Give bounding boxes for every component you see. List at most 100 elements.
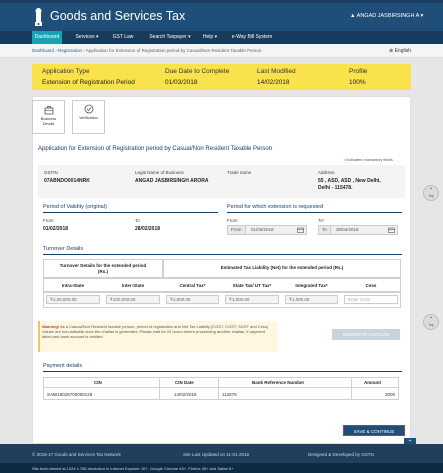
application-status-strip: Application Type Extension of Registrati… [32, 64, 411, 90]
column-header: CIN [94, 380, 102, 385]
nav-help[interactable]: Help ▾ [199, 31, 221, 44]
address-label: Address [318, 170, 335, 175]
briefcase-icon [44, 106, 54, 115]
language-selector[interactable]: ⊕ English [389, 48, 411, 54]
section-divider [43, 212, 218, 213]
nav-services[interactable]: Services ▾ [70, 31, 104, 44]
validity-to-value: 28/02/2018 [135, 226, 161, 232]
generate-challan-button[interactable]: GENERATE CHALLAN [332, 329, 400, 340]
due-date-value: 01/03/2018 [165, 79, 198, 86]
trade-name-label: Trade name [227, 170, 252, 175]
breadcrumb-registration[interactable]: Registration [58, 48, 82, 53]
top-label: Top [428, 323, 434, 327]
column-divider [218, 377, 219, 400]
validity-to-label: To [135, 218, 140, 223]
tab-label: Verification [79, 116, 98, 120]
extension-from-label: From [227, 218, 238, 223]
breadcrumb-separator: › [55, 48, 57, 53]
due-date-label: Due Date to Complete [165, 68, 230, 75]
turnover-group-unit: (Rs.) [98, 269, 108, 274]
section-divider [43, 371, 402, 372]
tab-label: Business [40, 117, 57, 121]
breadcrumb-current: Application for Extension of Registratio… [85, 48, 262, 53]
extension-to-input[interactable]: To 30/04/2018 [318, 225, 398, 235]
column-header: Amount [364, 380, 381, 385]
inter-state-turnover-input[interactable]: ₹100,000.00 [106, 295, 160, 304]
mandatory-note: • indicates mandatory fields [344, 157, 393, 162]
nav-gst-law[interactable]: GST Law [108, 31, 138, 44]
calendar-icon[interactable] [297, 227, 304, 233]
check-circle-icon [84, 104, 94, 114]
column-header: Bank Reference Number [252, 380, 305, 385]
legal-name-value: ANGAD JASBIRSINGH ARORA [135, 178, 209, 184]
validity-from-label: From [43, 218, 54, 223]
last-updated: Site Last Updated on 11-01-2018 [183, 452, 249, 457]
nav-search-taxpayer[interactable]: Search Taxpayer ▾ [144, 31, 196, 44]
profile-value: 100% [349, 79, 366, 86]
nav-dashboard[interactable]: Dashboard [32, 31, 62, 44]
cin-value: SABI18026700000128 [47, 392, 93, 397]
required-marker: * [322, 218, 325, 223]
validity-section-title: Period of Validity (original) [43, 204, 107, 210]
warning-message: Warning! As a Casual/Non Resident taxabl… [42, 324, 274, 340]
state-tax-input[interactable]: ₹1,000.00 [225, 295, 279, 304]
main-nav: Dashboard Services ▾ GST Law Search Taxp… [0, 31, 443, 44]
business-info: GSTIN 07ABNDO0014NRK Legal Name of Busin… [38, 165, 405, 198]
tab-business-details[interactable]: Business Details [32, 100, 65, 134]
cess-input[interactable]: Enter Cess [344, 295, 398, 304]
address-line2: Delhi - 115478. [318, 185, 353, 191]
breadcrumb-dashboard[interactable]: Dashboard [32, 48, 54, 53]
save-continue-button[interactable]: SAVE & CONTINUE [343, 425, 405, 436]
table-row [43, 388, 399, 400]
tab-verification[interactable]: Verification [72, 100, 105, 134]
extension-to-date: 30/04/2018 [336, 227, 359, 232]
amount-value: 3000 [385, 392, 396, 397]
central-tax-input[interactable]: ₹1,000.00 [166, 295, 219, 304]
address-line1: 55 , ASD, ASD , New Delhi, [318, 178, 381, 184]
calendar-icon[interactable] [388, 227, 395, 233]
application-type-value: Extension of Registration Period [42, 79, 135, 86]
designed-by: Designed & Developed by GSTN [308, 452, 374, 457]
last-modified-value: 14/02/2018 [257, 79, 290, 86]
turnover-group-title: Turnover Details for the extended period [59, 263, 147, 268]
gstin-label: GSTIN [44, 170, 58, 175]
copyright: © 2016-17 Goods and Services Tax Network [32, 452, 121, 457]
tax-liability-group-title: Estimated Tax Liability (Net) for the ex… [220, 265, 344, 270]
site-title[interactable]: Goods and Services Tax [50, 9, 185, 23]
warning-body: As a Casual/Non Resident taxable person,… [42, 324, 269, 340]
emblem-icon [35, 8, 42, 26]
extension-from-date: 01/03/2018 [251, 227, 274, 232]
column-header: Inter-State [121, 283, 145, 288]
bank-reference-value: 112878 [222, 392, 237, 397]
back-to-top-button[interactable]: ⌃ Top [423, 185, 439, 201]
mandatory-text: indicates mandatory fields [345, 157, 393, 162]
breadcrumb: Dashboard › Registration › Application f… [32, 48, 261, 53]
back-to-top-button[interactable]: ⌃ Top [423, 314, 439, 330]
extension-from-input[interactable]: From 01/03/2018 [227, 225, 307, 235]
chevron-up-icon: ⌃ [428, 188, 434, 194]
column-divider [351, 377, 352, 400]
profile-label: Profile [349, 68, 368, 75]
column-header: CIN Date [175, 380, 194, 385]
intra-state-turnover-input[interactable]: ₹1,00,000.00 [46, 295, 100, 304]
integrated-tax-input[interactable]: ₹1,000.00 [285, 295, 338, 304]
turnover-section-title: Turnover Details [43, 246, 84, 252]
extension-section-title: Period for which extension is requested [227, 204, 323, 210]
extension-to-label: To* [318, 218, 325, 223]
top-label: Top [428, 194, 434, 198]
to-prefix: To [319, 226, 331, 234]
column-header: Intra-State [61, 283, 85, 288]
column-divider [159, 377, 160, 400]
from-prefix: From [228, 226, 246, 234]
column-header: Central Tax* [179, 283, 206, 288]
application-type-label: Application Type [42, 68, 90, 75]
tab-label: Details [42, 122, 55, 126]
last-modified-label: Last Modified [257, 68, 296, 75]
browser-note: Site best viewed at 1024 x 768 resolutio… [32, 466, 234, 471]
user-menu[interactable]: ▲ ANGAD JASBIRSINGH A ▾ [350, 13, 423, 19]
section-divider [43, 254, 402, 255]
legal-name-label: Legal Name of Business [135, 170, 184, 175]
breadcrumb-separator: › [83, 48, 85, 53]
nav-eway-bill[interactable]: e-Way Bill System [227, 31, 277, 44]
column-header: Integrated Tax* [295, 283, 328, 288]
